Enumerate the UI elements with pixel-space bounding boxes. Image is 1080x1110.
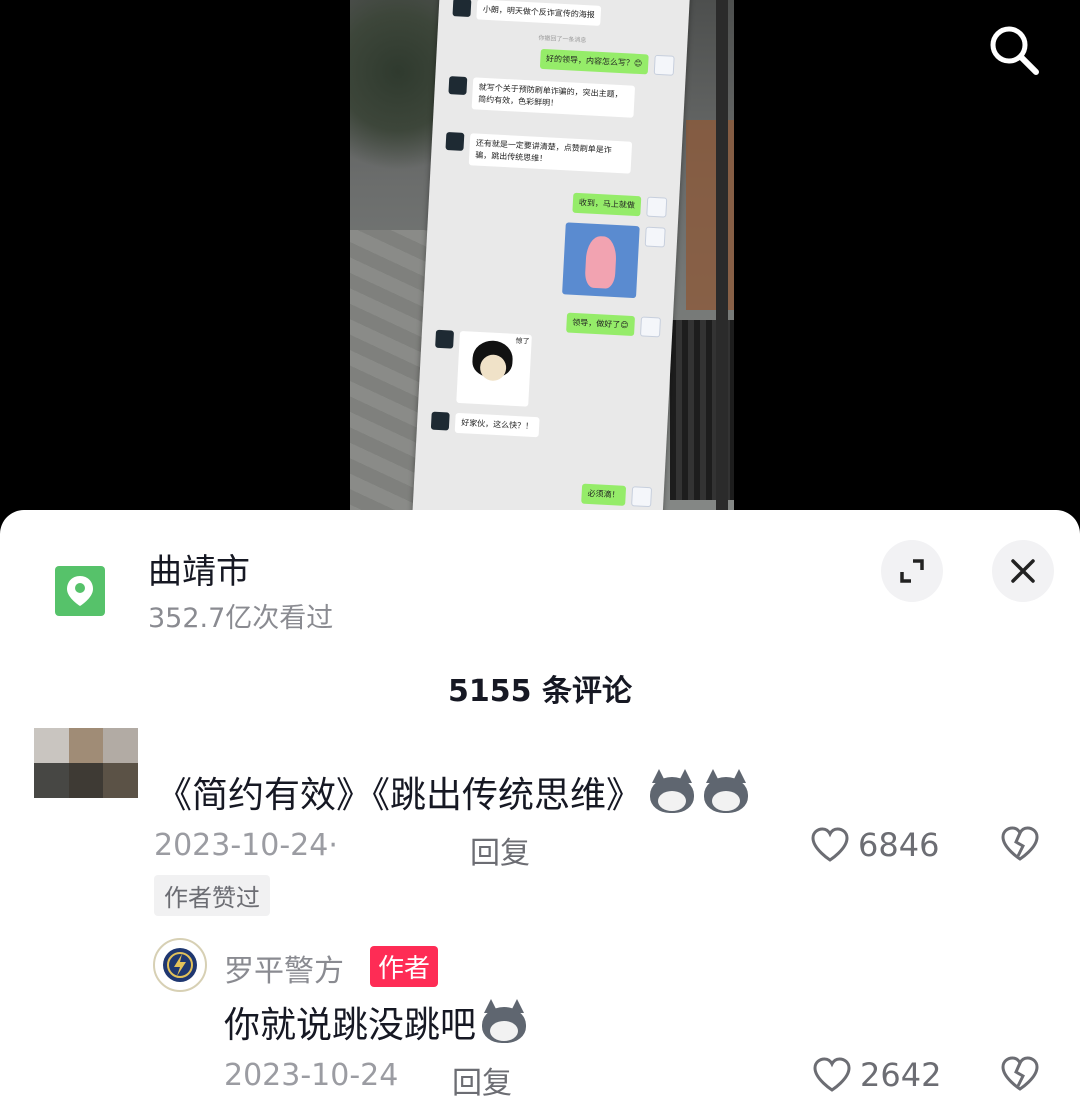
chat-message: 就写个关于预防刷单诈骗的，突出主题，简约有效，色彩鲜明！ [448,76,636,118]
avatar [653,54,675,76]
avatar [639,316,661,338]
broken-heart-icon [1001,826,1039,861]
author-badge: 作者 [370,946,439,987]
video-player[interactable]: 小朗，明天做个反诈宣传的海报 你撤回了一条消息 好的领导，内容怎么写？😊 就写个… [0,0,1080,520]
chat-bubble: 收到，马上就做 [572,192,642,217]
chat-message: 惊了 [432,329,532,407]
doge-emoji-icon [702,769,750,815]
reply-date: 2023-10-24 [224,1058,399,1093]
close-button[interactable] [992,540,1054,602]
meme-sticker: 惊了 [456,330,532,407]
author-liked-tag: 作者赞过 [154,875,270,916]
avatar [631,486,653,508]
avatar[interactable] [34,728,138,798]
broken-heart-icon [1001,1056,1039,1091]
like-button[interactable]: 6846 [810,826,939,864]
reply-button[interactable]: 回复 [470,828,530,872]
location-pin-icon[interactable] [55,566,105,616]
chat-bubble: 好家伙，这么快？！ [454,412,540,438]
avatar [435,329,455,349]
like-count: 2642 [860,1056,942,1094]
like-button[interactable]: 2642 [812,1056,941,1094]
police-badge-avatar[interactable] [153,938,207,992]
police-badge-icon [163,948,197,982]
avatar [644,226,666,248]
chat-bubble: 就写个关于预防刷单诈骗的，突出主题，简约有效，色彩鲜明！ [471,77,636,118]
heart-icon [813,1057,851,1092]
expand-icon [900,559,924,583]
chat-message [562,222,666,299]
chat-bubble: 好的领导，内容怎么写？😊 [539,48,649,75]
reply-author-name[interactable]: 罗平警方 [224,946,344,990]
avatar [452,0,472,18]
dislike-button[interactable] [1000,1056,1040,1096]
chat-bubble: 还有就是一定要讲清楚，点赞刷单是诈骗，跳出传统思维！ [468,133,633,174]
comment-date: 2023-10-24· [154,828,338,863]
comment-text: 《简约有效》《跳出传统思维》 [156,766,750,818]
chat-system-note: 你撤回了一条消息 [538,34,587,45]
dislike-button[interactable] [1000,826,1040,866]
location-views: 352.7亿次看过 [148,603,334,634]
sticker-text: 惊了 [515,336,530,346]
pole-shape [716,0,728,520]
comment-body: 《简约有效》《跳出传统思维》 [156,775,643,816]
avatar [430,411,450,431]
search-button[interactable] [986,22,1042,78]
avatar [445,131,465,151]
expand-button[interactable] [881,540,943,602]
starfish-sticker [562,222,640,299]
heart-icon [811,827,849,862]
chat-message: 好家伙，这么快？！ [430,411,540,438]
chat-bubble: 领导，做好了😊 [565,312,636,337]
comments-sheet: 曲靖市 352.7亿次看过 5155 条评论 《简约有效》《跳出传统思维》 20… [0,510,1080,1110]
avatar [646,196,668,218]
anti-fraud-poster: 小朗，明天做个反诈宣传的海报 你撤回了一条消息 好的领导，内容怎么写？😊 就写个… [411,0,690,520]
chat-bubble: 必须滴！ [581,483,627,506]
chat-message: 小朗，明天做个反诈宣传的海报 [452,0,602,26]
chat-message: 领导，做好了😊 [565,312,661,338]
close-icon [1011,559,1035,583]
doge-emoji-icon [648,769,696,815]
search-icon [990,26,1039,75]
reply-body: 你就说跳没跳吧 [224,1005,477,1046]
like-count: 6846 [858,826,940,864]
chat-message: 必须滴！ [581,483,653,508]
reply-button[interactable]: 回复 [452,1058,512,1102]
doge-emoji-icon [480,999,528,1045]
chat-message: 收到，马上就做 [572,192,668,218]
chat-bubble: 小朗，明天做个反诈宣传的海报 [476,0,602,26]
avatar [448,76,468,95]
chat-message: 好的领导，内容怎么写？😊 [539,48,675,76]
reply-text: 你就说跳没跳吧 [224,996,528,1048]
comments-count: 5155 条评论 [448,674,632,709]
location-title[interactable]: 曲靖市 [148,544,250,593]
chat-message: 还有就是一定要讲清楚，点赞刷单是诈骗，跳出传统思维！ [445,131,633,174]
